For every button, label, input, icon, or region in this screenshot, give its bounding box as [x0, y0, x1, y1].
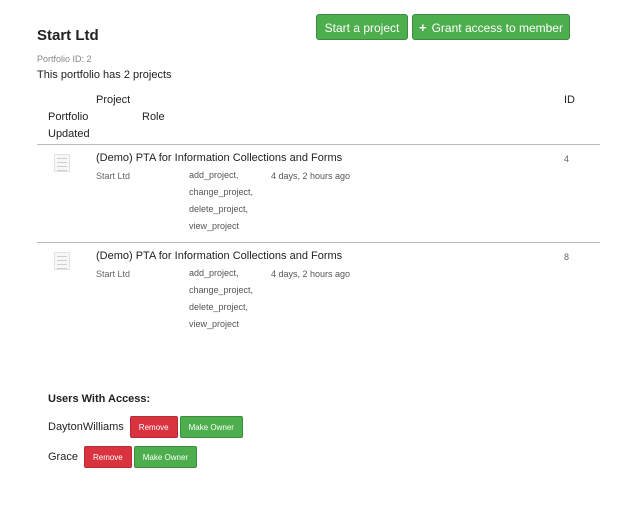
project-id: 8 [564, 252, 570, 262]
project-roles: add_project, change_project, delete_proj… [189, 265, 279, 333]
header-portfolio: Portfolio [48, 111, 89, 123]
role-item: view_project [189, 221, 240, 231]
make-owner-button[interactable]: Make Owner [179, 416, 243, 438]
project-portfolio: Start Ltd [96, 171, 131, 181]
role-item: change_project, [189, 285, 254, 295]
remove-user-button[interactable]: Remove [83, 446, 132, 468]
portfolio-id: Portfolio ID: 2 [37, 54, 92, 64]
plus-icon: + [419, 20, 427, 35]
header-role: Role [142, 111, 165, 123]
project-updated: 4 days, 2 hours ago [271, 171, 351, 181]
header-project: Project [96, 94, 131, 106]
project-id: 4 [564, 154, 570, 164]
make-owner-button[interactable]: Make Owner [133, 446, 198, 468]
role-item: delete_project, [189, 204, 249, 214]
user-row: Grace Remove Make Owner [48, 446, 198, 468]
project-name-link[interactable]: (Demo) PTA for Information Collections a… [96, 152, 342, 164]
document-thumbnail-icon [54, 154, 70, 172]
role-item: view_project [189, 319, 240, 329]
project-portfolio: Start Ltd [96, 269, 131, 279]
row-divider [37, 242, 600, 243]
remove-user-button[interactable]: Remove [129, 416, 178, 438]
user-row: DaytonWilliams Remove Make Owner [48, 416, 243, 438]
start-project-button[interactable]: Start a project [316, 14, 408, 40]
header-id: ID [564, 94, 575, 106]
page-title: Start Ltd [37, 27, 99, 44]
role-item: add_project, [189, 170, 239, 180]
grant-access-button[interactable]: + Grant access to member [412, 14, 570, 40]
role-item: change_project, [189, 187, 254, 197]
project-name-link[interactable]: (Demo) PTA for Information Collections a… [96, 250, 342, 262]
project-count: This portfolio has 2 projects [37, 69, 172, 81]
project-updated: 4 days, 2 hours ago [271, 269, 351, 279]
header-divider [37, 144, 600, 145]
project-roles: add_project, change_project, delete_proj… [189, 167, 279, 235]
users-with-access-title: Users With Access: [48, 393, 151, 405]
header-updated: Updated [48, 128, 90, 140]
user-name: Grace [48, 451, 78, 463]
role-item: delete_project, [189, 302, 249, 312]
user-name: DaytonWilliams [48, 421, 124, 433]
role-item: add_project, [189, 268, 239, 278]
grant-access-label: Grant access to member [431, 21, 563, 35]
document-thumbnail-icon [54, 252, 70, 270]
